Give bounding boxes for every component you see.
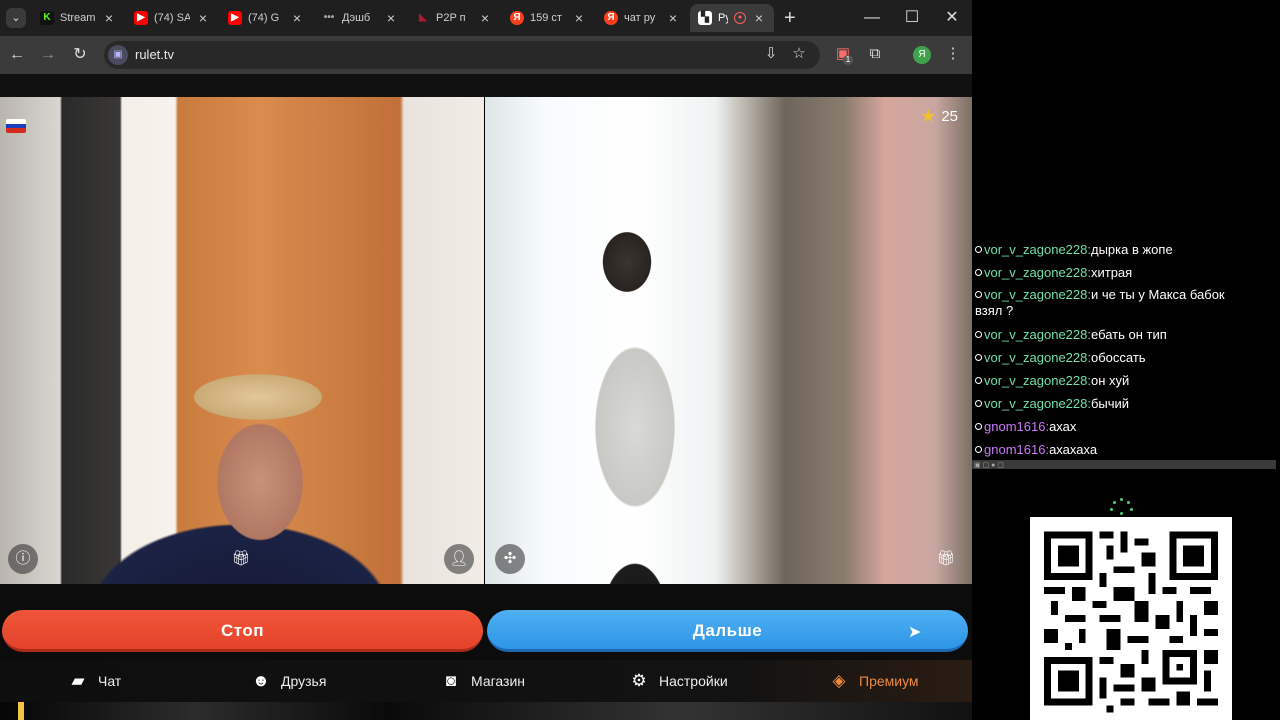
bookmark-star-icon[interactable]: ☆ [790,45,808,63]
bottom-strip [0,702,972,720]
page-header-gap [0,74,972,97]
recording-icon: ● [734,12,746,24]
close-tab-icon[interactable]: × [478,10,492,26]
maximize-icon[interactable]: ☐ [900,6,924,30]
profile-icon[interactable]: 👤︎ [444,544,474,574]
chat-message: vor_v_zagone228:ебать он тип [972,323,1276,346]
qr-code-image [1030,517,1232,720]
reload-icon[interactable]: ↻ [69,44,91,66]
back-icon[interactable]: ← [6,44,28,66]
action-button-row: Стоп Дальше [0,584,972,660]
chat-bullet-icon [975,423,982,430]
gamepad-icon[interactable]: ✣ [495,544,525,574]
browser-tab-bar: ⌄ K Stream × ▶ (74) SA × ▶ (74) G × ••• … [0,0,972,36]
forward-icon[interactable]: → [37,44,59,66]
close-tab-icon[interactable]: × [290,10,304,26]
chat-bullet-icon [975,354,982,361]
stream-chat: vor_v_zagone228:дырка в жопе vor_v_zagon… [972,238,1276,461]
close-tab-icon[interactable]: × [384,10,398,26]
extensions-puzzle-icon[interactable]: ⧉ [866,45,884,63]
chat-message: vor_v_zagone228:обоссать [972,346,1276,369]
close-tab-icon[interactable]: × [752,10,766,26]
close-tab-icon[interactable]: × [572,10,586,26]
menu-item-shop[interactable]: ◙ Магазин [441,660,525,702]
p2p-icon: ◣ [416,11,430,25]
youtube-icon: ▶ [134,11,148,25]
chat-message: vor_v_zagone228:он хуй [972,369,1276,392]
premium-tag-icon: ◈ [832,671,846,690]
site-info-icon[interactable]: ▣ [108,45,128,65]
close-tab-icon[interactable]: × [666,10,680,26]
qr-code [1030,517,1232,720]
russia-flag-icon [6,119,26,133]
browser-tab[interactable]: ▶ (74) G × [220,4,312,32]
url-text[interactable]: rulet.tv [135,47,174,62]
install-app-icon[interactable]: ⇩ [762,45,780,63]
mouse-cursor-icon: ➤ [908,624,922,641]
close-tab-icon[interactable]: × [102,10,116,26]
dashboard-icon: ••• [322,11,336,25]
extension-badge: 1 [843,55,853,65]
friends-icon: ☻ [252,671,270,690]
close-tab-icon[interactable]: × [196,10,210,26]
browser-tab[interactable]: Я чат ру × [596,4,688,32]
menu-item-premium[interactable]: ◈ Премиум [829,660,918,702]
strip-marker [18,702,24,720]
report-icon[interactable]: ⓘ [8,544,38,574]
bottom-menu: ▰ Чат ☻ Друзья ◙ Магазин ⚙ Настройки ◈ П… [0,660,972,702]
browser-toolbar: ← → ↻ ▣ rulet.tv ⇩ ☆ ▣ 1 ⧉ Я ⋮ [0,36,972,74]
menu-item-friends[interactable]: ☻ Друзья [251,660,326,702]
chat-bullet-icon [975,291,982,298]
minimize-icon[interactable]: — [860,6,884,30]
chat-bullet-icon [975,269,982,276]
next-button[interactable]: Дальше [487,610,968,652]
browser-tab[interactable]: ◣ P2P п × [408,4,500,32]
chat-bubble-icon: ▰ [71,671,85,690]
star-icon: ★ [920,106,937,126]
chat-divider [972,460,1276,469]
stop-button[interactable]: Стоп [2,610,483,652]
shopping-bag-icon: ◙ [445,671,457,690]
menu-item-settings[interactable]: ⚙ Настройки [629,660,727,702]
chat-bullet-icon [975,446,982,453]
chat-bullet-icon [975,400,982,407]
tab-search-button[interactable]: ⌄ [6,8,26,28]
browser-tab[interactable]: Я 159 ст × [502,4,594,32]
stars-counter: ★ 25 [920,106,958,126]
new-tab-button[interactable]: + [784,6,796,30]
rulet-icon: ▚ [698,11,712,25]
browser-tab[interactable]: ••• Дэшб × [314,4,406,32]
chat-bullet-icon [975,377,982,384]
yandex-icon: Я [604,11,618,25]
chat-bullet-icon [975,246,982,253]
browser-menu-icon[interactable]: ⋮ [944,45,962,63]
yandex-icon: Я [510,11,524,25]
gift-icon[interactable]: 🎁︎ [931,544,961,574]
chat-bullet-icon [975,331,982,338]
chat-message: gnom1616:ахах [972,415,1276,438]
chat-message: vor_v_zagone228:бычий [972,392,1276,415]
gift-icon[interactable]: 🎁︎ [226,544,256,574]
youtube-icon: ▶ [228,11,242,25]
gear-icon: ⚙ [631,671,647,690]
address-bar[interactable]: ▣ rulet.tv [104,41,820,69]
chat-message: gnom1616:ахахаха [972,438,1276,461]
partner-video-feed: ★ 25 ✣ 🎁︎ [485,97,972,584]
browser-tab[interactable]: ▶ (74) SA × [126,4,218,32]
menu-item-chat[interactable]: ▰ Чат [68,660,121,702]
kick-icon: K [40,11,54,25]
close-window-icon[interactable]: ✕ [940,6,964,30]
chat-status-icons: ▣ ▢ ● ▢ [974,462,1004,469]
chat-message: vor_v_zagone228:и че ты у Макса бабок вз… [975,287,1225,318]
browser-tab[interactable]: K Stream × [32,4,124,32]
chat-message: vor_v_zagone228:хитрая [972,261,1276,284]
chat-message: vor_v_zagone228:дырка в жопе [972,238,1276,261]
local-video-feed: ⓘ 🎁︎ 👤︎ [0,97,484,584]
browser-tab-active[interactable]: ▚ Ру ● × [690,4,774,32]
profile-avatar[interactable]: Я [913,46,931,64]
loading-spinner-icon [1110,498,1134,516]
